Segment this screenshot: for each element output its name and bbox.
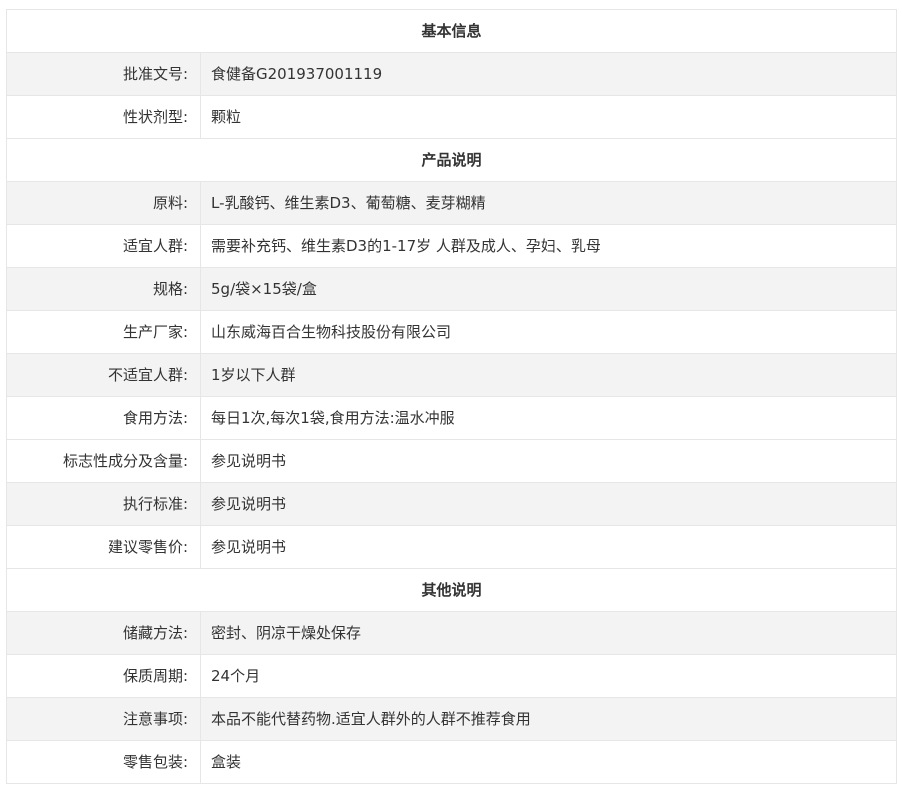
- spec-value: 盒装: [199, 740, 898, 784]
- spec-label: 食用方法:: [6, 396, 201, 440]
- spec-value: L-乳酸钙、维生素D3、葡萄糖、麦芽糊精: [199, 181, 898, 225]
- spec-value: 参见说明书: [199, 525, 898, 569]
- spec-label: 建议零售价:: [6, 525, 201, 569]
- spec-row-precautions: 注意事项: 本品不能代替药物.适宜人群外的人群不推荐食用: [6, 697, 898, 741]
- spec-value: 颗粒: [199, 95, 898, 139]
- spec-label: 储藏方法:: [6, 611, 201, 655]
- section-header-basic-info: 基本信息: [5, 9, 898, 53]
- spec-label: 注意事项:: [6, 697, 201, 741]
- spec-row-packaging: 零售包装: 盒装: [6, 740, 898, 784]
- spec-row-dosage-form: 性状剂型: 颗粒: [6, 95, 898, 139]
- spec-value: 密封、阴凉干燥处保存: [199, 611, 898, 655]
- spec-row-standard: 执行标准: 参见说明书: [6, 482, 898, 526]
- spec-value: 需要补充钙、维生素D3的1-17岁 人群及成人、孕妇、乳母: [199, 224, 898, 268]
- spec-row-unsuitable-population: 不适宜人群: 1岁以下人群: [6, 353, 898, 397]
- section-title: 产品说明: [5, 138, 898, 182]
- spec-value: 食健备G201937001119: [199, 52, 898, 96]
- spec-label: 原料:: [6, 181, 201, 225]
- spec-value: 1岁以下人群: [199, 353, 898, 397]
- spec-value: 山东威海百合生物科技股份有限公司: [199, 310, 898, 354]
- spec-label: 性状剂型:: [6, 95, 201, 139]
- spec-row-specification: 规格: 5g/袋×15袋/盒: [6, 267, 898, 311]
- spec-row-manufacturer: 生产厂家: 山东威海百合生物科技股份有限公司: [6, 310, 898, 354]
- section-header-product-description: 产品说明: [5, 138, 898, 182]
- spec-value: 5g/袋×15袋/盒: [199, 267, 898, 311]
- section-title: 其他说明: [5, 568, 898, 612]
- spec-row-retail-price: 建议零售价: 参见说明书: [6, 525, 898, 569]
- spec-row-suitable-population: 适宜人群: 需要补充钙、维生素D3的1-17岁 人群及成人、孕妇、乳母: [6, 224, 898, 268]
- spec-table-body: 基本信息 批准文号: 食健备G201937001119 性状剂型: 颗粒 产品说…: [5, 9, 898, 784]
- spec-value: 本品不能代替药物.适宜人群外的人群不推荐食用: [199, 697, 898, 741]
- section-title: 基本信息: [5, 9, 898, 53]
- spec-value: 24个月: [199, 654, 898, 698]
- spec-value: 每日1次,每次1袋,食用方法:温水冲服: [199, 396, 898, 440]
- spec-row-approval-number: 批准文号: 食健备G201937001119: [6, 52, 898, 96]
- spec-label: 生产厂家:: [6, 310, 201, 354]
- spec-label: 适宜人群:: [6, 224, 201, 268]
- product-spec-table: 基本信息 批准文号: 食健备G201937001119 性状剂型: 颗粒 产品说…: [5, 9, 898, 784]
- spec-label: 保质周期:: [6, 654, 201, 698]
- section-header-other-info: 其他说明: [5, 568, 898, 612]
- spec-value: 参见说明书: [199, 482, 898, 526]
- spec-row-shelf-life: 保质周期: 24个月: [6, 654, 898, 698]
- spec-label: 批准文号:: [6, 52, 201, 96]
- spec-row-usage: 食用方法: 每日1次,每次1袋,食用方法:温水冲服: [6, 396, 898, 440]
- spec-label: 标志性成分及含量:: [6, 439, 201, 483]
- spec-label: 不适宜人群:: [6, 353, 201, 397]
- spec-row-ingredients: 原料: L-乳酸钙、维生素D3、葡萄糖、麦芽糊精: [6, 181, 898, 225]
- spec-row-key-ingredients: 标志性成分及含量: 参见说明书: [6, 439, 898, 483]
- spec-label: 规格:: [6, 267, 201, 311]
- spec-label: 零售包装:: [6, 740, 201, 784]
- spec-value: 参见说明书: [199, 439, 898, 483]
- spec-label: 执行标准:: [6, 482, 201, 526]
- spec-row-storage: 储藏方法: 密封、阴凉干燥处保存: [6, 611, 898, 655]
